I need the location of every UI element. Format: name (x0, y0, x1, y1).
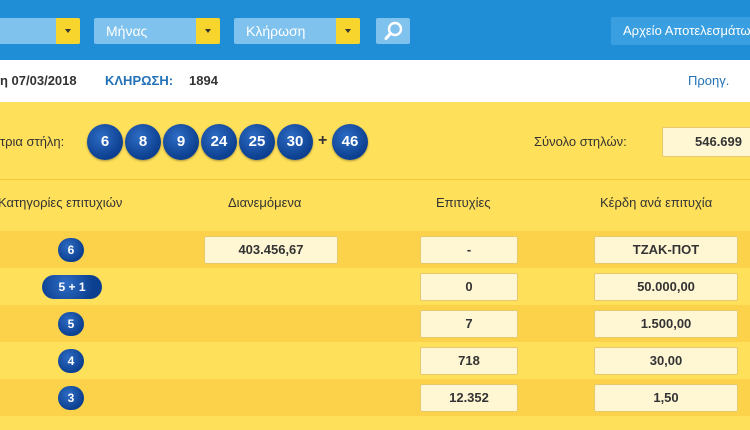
draw-number: 1894 (189, 73, 218, 88)
table-row: 5 7 1.500,00 (0, 305, 750, 342)
category-badge: 4 (58, 349, 84, 373)
table-row: 4 718 30,00 (0, 342, 750, 379)
category-badge: 3 (58, 386, 84, 410)
draw-number-label: ΚΛΗΡΩΣΗ: (105, 73, 174, 88)
chevron-down-icon (196, 18, 220, 44)
winning-ball: 8 (125, 124, 161, 160)
total-columns-value: 546.699 (662, 127, 750, 157)
draw-date: η 07/03/2018 (0, 73, 77, 88)
magnifier-icon (384, 21, 403, 40)
winning-numbers-row: τρια στήλη: 6 8 9 24 25 30 + 46 Σύνολο σ… (0, 102, 750, 180)
plus-sign: + (318, 132, 328, 149)
chevron-down-icon (336, 18, 360, 44)
prize-cell: 1.500,00 (594, 310, 738, 338)
bonus-ball: 46 (332, 124, 368, 160)
prize-cell: 30,00 (594, 347, 738, 375)
month-select-label: Μήνας (106, 23, 148, 39)
search-button[interactable] (376, 18, 410, 44)
winners-cell: 718 (420, 347, 518, 375)
draw-info-row: η 07/03/2018 ΚΛΗΡΩΣΗ: 1894 Προηγ. (0, 60, 750, 102)
header-categories: Κατηγορίες επιτυχιών (0, 195, 123, 210)
winners-cell: - (420, 236, 518, 264)
year-select[interactable] (0, 18, 80, 44)
table-row: 5 + 1 0 50.000,00 (0, 268, 750, 305)
winners-cell: 12.352 (420, 384, 518, 412)
table-row: 6 403.456,67 - ΤΖΑΚ-ΠΟΤ (0, 231, 750, 268)
draw-select-label: Κλήρωση (246, 23, 306, 39)
category-badge: 5 + 1 (42, 275, 102, 299)
month-select[interactable]: Μήνας (94, 18, 220, 44)
header-distributed: Διανεμόμενα (228, 195, 302, 210)
previous-draw-link[interactable]: Προηγ. (688, 73, 729, 88)
winning-ball: 6 (87, 124, 123, 160)
prize-cell: 1,50 (594, 384, 738, 412)
prize-cell: ΤΖΑΚ-ΠΟΤ (594, 236, 738, 264)
distributed-cell: 403.456,67 (204, 236, 338, 264)
filter-bar: Μήνας Κλήρωση Αρχείο Αποτελεσμάτων (0, 0, 750, 60)
chevron-down-icon (56, 18, 80, 44)
prize-cell: 50.000,00 (594, 273, 738, 301)
archive-button[interactable]: Αρχείο Αποτελεσμάτων (611, 17, 750, 45)
winning-ball: 25 (239, 124, 275, 160)
table-row: 3 12.352 1,50 (0, 379, 750, 416)
total-columns-label: Σύνολο στηλών: (534, 134, 627, 149)
winning-ball: 24 (201, 124, 237, 160)
winning-ball: 30 (277, 124, 313, 160)
header-prize-per-winner: Κέρδη ανά επιτυχία (600, 195, 713, 210)
draw-select[interactable]: Κλήρωση (234, 18, 360, 44)
header-winners: Επιτυχίες (436, 195, 491, 210)
category-badge: 5 (58, 312, 84, 336)
winning-ball: 9 (163, 124, 199, 160)
winners-cell: 0 (420, 273, 518, 301)
winners-cell: 7 (420, 310, 518, 338)
category-badge: 6 (58, 238, 84, 262)
winning-column-label: τρια στήλη: (0, 134, 65, 149)
